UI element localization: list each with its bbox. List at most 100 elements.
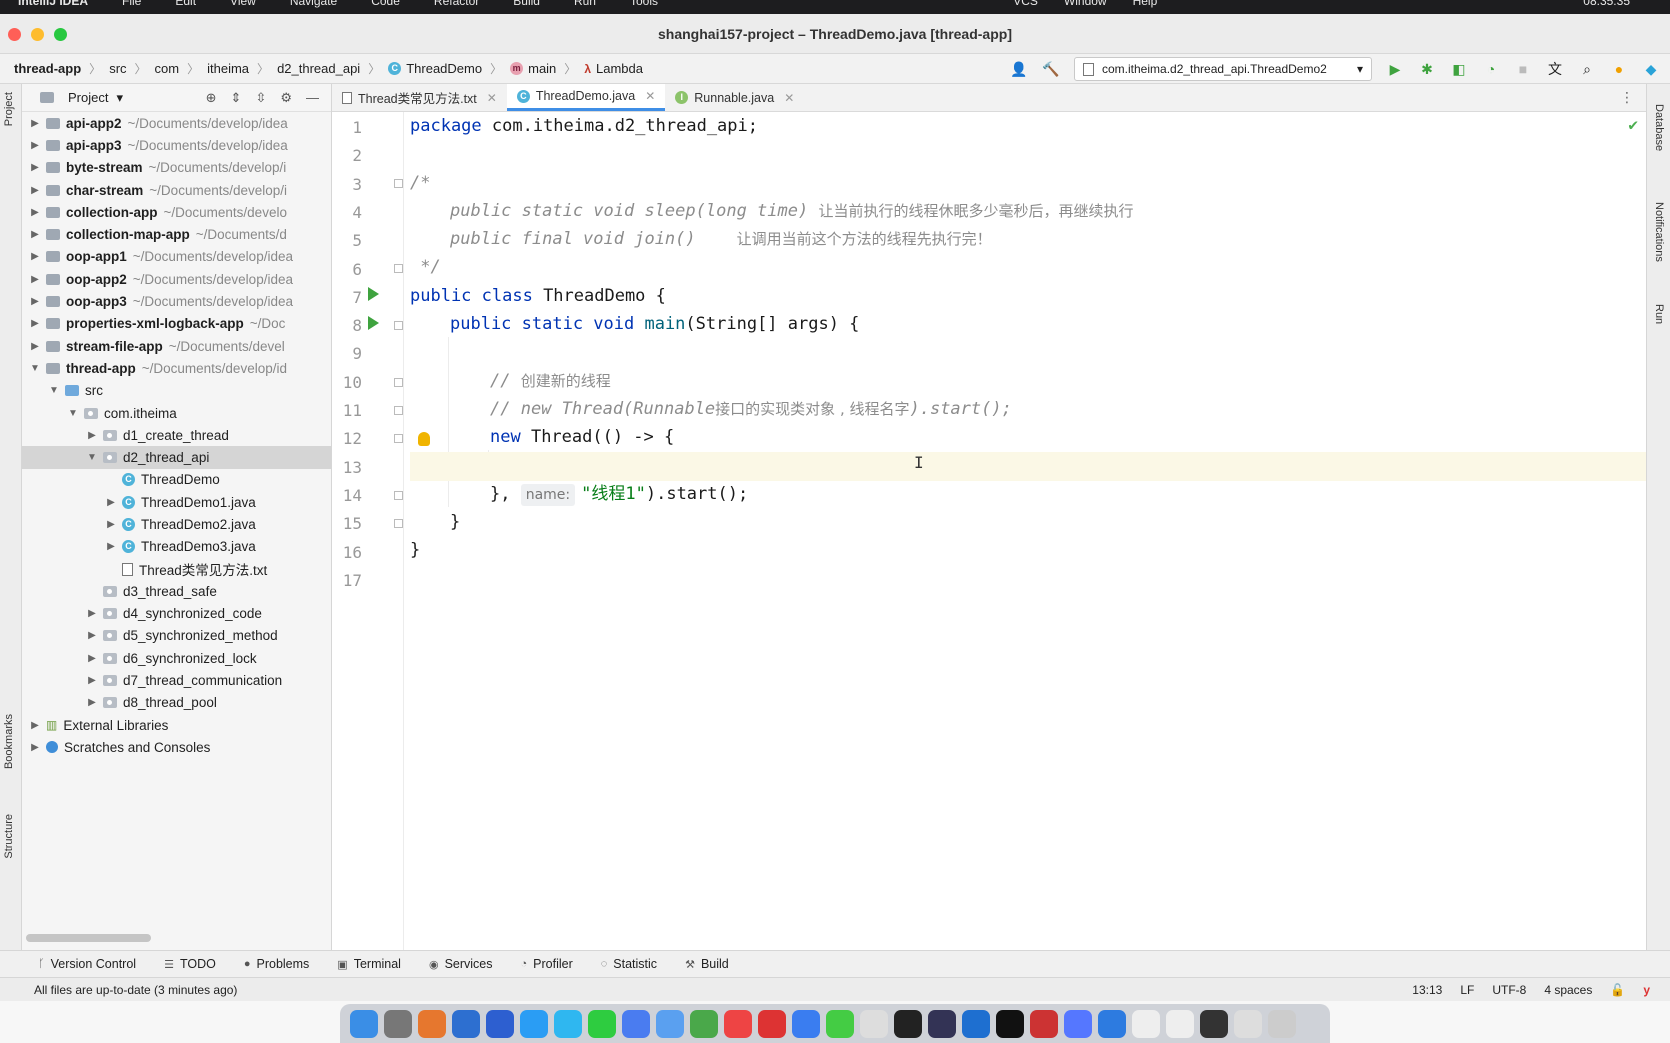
chevron-right-icon[interactable]: ▶: [85, 653, 99, 664]
chevron-right-icon[interactable]: ▶: [28, 118, 42, 129]
run-class-gutter-icon[interactable]: [368, 287, 379, 301]
tab-thread-methods-txt[interactable]: Thread类常见方法.txt ✕: [332, 84, 507, 111]
tree-item-pkg[interactable]: ▼ d2_thread_api: [22, 446, 331, 469]
dock-app-icon[interactable]: [724, 1010, 752, 1038]
tree-item-pkg[interactable]: d3_thread_safe: [22, 580, 331, 602]
chevron-down-icon[interactable]: ▼: [47, 385, 61, 396]
tree-item-module[interactable]: ▶ oop-app1 ~/Documents/develop/idea: [22, 246, 331, 268]
run-main-gutter-icon[interactable]: [368, 316, 379, 330]
line-number[interactable]: 2: [340, 146, 362, 165]
code-line-4[interactable]: public static void sleep(long time) 让当前执…: [410, 197, 1646, 226]
line-number[interactable]: 9: [340, 344, 362, 363]
coverage-icon[interactable]: ◧: [1450, 60, 1468, 78]
translate-icon[interactable]: 文: [1546, 60, 1564, 78]
chevron-right-icon[interactable]: ▶: [28, 229, 42, 240]
problems-tool[interactable]: ● Problems: [244, 957, 309, 971]
statistic-tool[interactable]: ◌ Statistic: [601, 957, 657, 971]
fold-marker-icon[interactable]: [394, 378, 403, 387]
tree-item-pkg[interactable]: ▼ com.itheima: [22, 402, 331, 424]
profile-icon[interactable]: ◔: [1482, 60, 1500, 78]
dock-app-icon[interactable]: [1268, 1010, 1296, 1038]
fold-marker-icon[interactable]: [394, 434, 403, 443]
code-line-13-current[interactable]: [410, 452, 1646, 481]
dock-app-icon[interactable]: [1166, 1010, 1194, 1038]
breadcrumb-lambda[interactable]: λ Lambda: [584, 61, 643, 76]
toolbox-icon[interactable]: ◆: [1642, 60, 1660, 78]
project-panel-title[interactable]: Project: [68, 90, 108, 105]
line-number[interactable]: 13: [340, 458, 362, 477]
tree-item-pkg[interactable]: ▶ d1_create_thread: [22, 424, 331, 446]
terminal-tool[interactable]: ▣ Terminal: [337, 957, 401, 971]
dock-app-icon[interactable]: [962, 1010, 990, 1038]
tree-item-module[interactable]: ▶ collection-map-app ~/Documents/d: [22, 223, 331, 245]
tree-item-class[interactable]: ▶ C ThreadDemo3.java: [22, 536, 331, 558]
dock-app-icon[interactable]: [996, 1010, 1024, 1038]
chevron-down-icon[interactable]: ▾: [116, 90, 123, 106]
profiler-tool[interactable]: ◔ Profiler: [521, 957, 573, 971]
breadcrumb-module[interactable]: thread-app: [14, 61, 81, 76]
tree-item-src[interactable]: ▼ src: [22, 380, 331, 402]
horizontal-scrollbar[interactable]: [26, 934, 151, 942]
version-control-tool[interactable]: ᚴ Version Control: [38, 957, 136, 971]
dock-app-icon[interactable]: [656, 1010, 684, 1038]
chevron-down-icon[interactable]: ▼: [28, 363, 42, 374]
tree-item-pkg[interactable]: ▶ d5_synchronized_method: [22, 625, 331, 647]
code-line-3[interactable]: /*: [410, 169, 1646, 198]
chevron-right-icon[interactable]: ▶: [85, 630, 99, 641]
editor-gutter[interactable]: 1 2 3 4 5 6 7 8 9 10 11 12 13 14 15 16 17: [332, 112, 404, 950]
breadcrumb-itheima[interactable]: itheima: [207, 61, 249, 76]
tree-item-pkg[interactable]: ▶ d4_synchronized_code: [22, 603, 331, 625]
chevron-down-icon[interactable]: ▼: [85, 452, 99, 463]
chevron-right-icon[interactable]: ▶: [28, 207, 42, 218]
tree-item-module[interactable]: ▶ api-app2 ~/Documents/develop/idea: [22, 112, 331, 134]
fold-marker-icon[interactable]: [394, 519, 403, 528]
chevron-right-icon[interactable]: ▶: [85, 430, 99, 441]
line-number[interactable]: 14: [340, 486, 362, 505]
user-icon[interactable]: 👤: [1010, 60, 1028, 78]
code-line-8[interactable]: public static void main(String[] args) {: [410, 310, 1646, 339]
line-number[interactable]: 8: [340, 316, 362, 335]
chevron-right-icon[interactable]: ▶: [104, 519, 118, 530]
code-line-1[interactable]: package com.itheima.d2_thread_api;: [410, 112, 1646, 141]
chevron-right-icon[interactable]: ▶: [28, 185, 42, 196]
collapse-all-icon[interactable]: ⇳: [255, 90, 266, 106]
close-icon[interactable]: ✕: [645, 89, 655, 103]
tab-runnable-java[interactable]: I Runnable.java ✕: [665, 84, 804, 111]
breadcrumb-src[interactable]: src: [109, 61, 126, 76]
tree-item-module[interactable]: ▶ stream-file-app ~/Documents/devel: [22, 335, 331, 357]
code-line-7[interactable]: public class ThreadDemo {: [410, 282, 1646, 311]
menu-view[interactable]: View: [230, 0, 256, 8]
menu-vcs[interactable]: VCS: [1013, 0, 1038, 8]
no-problems-check-icon[interactable]: ✔: [1628, 115, 1638, 134]
code-area[interactable]: 1 2 3 4 5 6 7 8 9 10 11 12 13 14 15 16 17 package com.it…: [332, 112, 1646, 950]
line-separator[interactable]: LF: [1460, 983, 1474, 997]
yandex-icon[interactable]: y: [1643, 983, 1650, 997]
dock-app-icon[interactable]: [758, 1010, 786, 1038]
line-number[interactable]: 16: [340, 543, 362, 562]
breadcrumb-com[interactable]: com: [155, 61, 180, 76]
bookmarks-tool-tab[interactable]: Bookmarks: [3, 714, 15, 769]
tree-item-scratch[interactable]: ▶ Scratches and Consoles: [22, 736, 331, 758]
code-line-16[interactable]: }: [410, 536, 1646, 565]
line-number[interactable]: 12: [340, 429, 362, 448]
line-number[interactable]: 17: [340, 571, 362, 590]
dock-app-icon[interactable]: [486, 1010, 514, 1038]
chevron-right-icon[interactable]: ▶: [28, 162, 42, 173]
more-options-icon[interactable]: ⋮: [1620, 84, 1646, 111]
menu-code[interactable]: Code: [371, 0, 400, 8]
dock-app-icon[interactable]: [928, 1010, 956, 1038]
fold-marker-icon[interactable]: [394, 179, 403, 188]
tree-item-module[interactable]: ▶ api-app3 ~/Documents/develop/idea: [22, 134, 331, 156]
tree-item-class[interactable]: ▶ C ThreadDemo1.java: [22, 491, 331, 513]
close-icon[interactable]: ✕: [487, 91, 497, 105]
menu-edit[interactable]: Edit: [175, 0, 196, 8]
dock-app-icon[interactable]: [1132, 1010, 1160, 1038]
menu-help[interactable]: Help: [1133, 0, 1158, 8]
update-icon[interactable]: ●: [1610, 60, 1628, 78]
hide-panel-icon[interactable]: —: [306, 90, 319, 106]
line-number[interactable]: 5: [340, 231, 362, 250]
chevron-down-icon[interactable]: ▼: [66, 408, 80, 419]
tree-item-class[interactable]: C ThreadDemo: [22, 469, 331, 491]
tree-item-class[interactable]: ▶ C ThreadDemo2.java: [22, 513, 331, 535]
chevron-right-icon[interactable]: ▶: [28, 720, 42, 731]
